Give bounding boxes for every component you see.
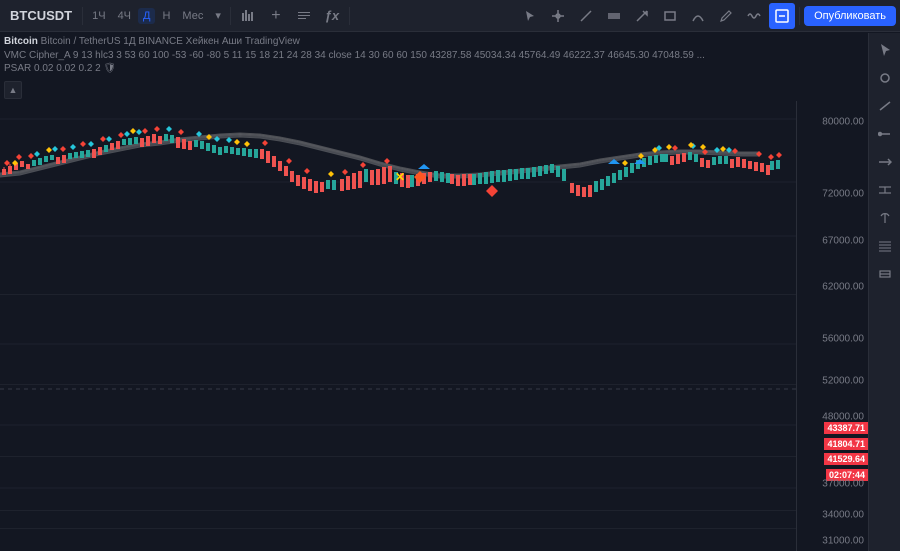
ray-line-btn[interactable]	[872, 121, 898, 147]
indicator-bar: Bitcoin Bitcoin / TetherUS 1Д BINANCE Хе…	[0, 33, 796, 73]
price-80000: 80000.00	[822, 116, 864, 127]
separator-4	[799, 7, 800, 25]
fib-tool[interactable]	[685, 3, 711, 29]
trading-pair[interactable]: BTCUSDT	[4, 5, 78, 26]
price-48000: 48000.00	[822, 411, 864, 422]
cursor-draw-btn[interactable]	[872, 37, 898, 63]
draw-toolbar	[868, 33, 900, 551]
arrow-tool[interactable]	[629, 3, 655, 29]
price-37000: 37000.00	[822, 479, 864, 490]
price-axis: 80000.00 72000.00 67000.00 62000.00 5600…	[796, 101, 868, 551]
pitchfork-btn[interactable]	[872, 205, 898, 231]
price-67000: 67000.00	[822, 235, 864, 246]
price-chart: ✕	[0, 101, 796, 551]
separator-3	[349, 7, 350, 25]
dot-draw-btn[interactable]	[872, 65, 898, 91]
tf-d[interactable]: Д	[138, 8, 155, 24]
hline-tool[interactable]	[601, 3, 627, 29]
trend-line-btn[interactable]	[872, 93, 898, 119]
tf-4h[interactable]: 4Ч	[113, 8, 136, 24]
rect-tool[interactable]	[657, 3, 683, 29]
tf-m[interactable]: Мес	[177, 8, 208, 24]
price-tag-2: 41804.71	[824, 438, 868, 450]
fx-btn[interactable]: ƒx	[319, 3, 345, 29]
collapse-indicators-btn[interactable]: ▲	[4, 81, 22, 99]
indicator-template-btn[interactable]	[291, 3, 317, 29]
symbol-full: Bitcoin / TetherUS 1Д BINANCE Хейкен Аши…	[41, 36, 300, 47]
active-draw-tool[interactable]	[769, 3, 795, 29]
fib-retr-btn[interactable]	[872, 233, 898, 259]
measure-btn[interactable]	[872, 261, 898, 287]
price-52000: 52000.00	[822, 375, 864, 386]
top-toolbar: BTCUSDT 1Ч 4Ч Д Н Мес ▾ + ƒx	[0, 0, 900, 32]
psar-indicator: PSAR 0.02 0.02 0.2 2 🛡	[4, 63, 792, 74]
crosshair-tool[interactable]	[545, 3, 571, 29]
separator-1	[82, 7, 83, 25]
add-indicator-btn[interactable]: +	[263, 3, 289, 29]
price-tag-3: 41529.64	[824, 453, 868, 465]
svg-text:✕: ✕	[395, 170, 405, 184]
tf-1h[interactable]: 1Ч	[87, 8, 110, 24]
price-56000: 56000.00	[822, 334, 864, 345]
price-tag-1: 43387.71	[824, 422, 868, 434]
timeframe-selector: 1Ч 4Ч Д Н Мес ▾	[87, 7, 226, 24]
tf-w[interactable]: Н	[157, 8, 175, 24]
vmc-indicator: VMC Cipher_A 9 13 hlc3 3 53 60 100 -53 -…	[4, 49, 792, 63]
tf-more[interactable]: ▾	[210, 7, 226, 24]
brush-tool[interactable]	[713, 3, 739, 29]
channel-btn[interactable]	[872, 177, 898, 203]
chart-type-btn[interactable]	[235, 3, 261, 29]
right-tools: Опубликовать	[517, 3, 896, 29]
price-72000: 72000.00	[822, 189, 864, 200]
cursor-tool[interactable]	[517, 3, 543, 29]
price-31000: 31000.00	[822, 536, 864, 547]
symbol-info-line: Bitcoin Bitcoin / TetherUS 1Д BINANCE Хе…	[4, 35, 792, 49]
line-tool[interactable]	[573, 3, 599, 29]
publish-button[interactable]: Опубликовать	[804, 6, 896, 26]
price-34000: 34000.00	[822, 510, 864, 521]
separator-2	[230, 7, 231, 25]
chart-area: Bitcoin Bitcoin / TetherUS 1Д BINANCE Хе…	[0, 33, 868, 551]
wave-tool[interactable]	[741, 3, 767, 29]
extended-line-btn[interactable]	[872, 149, 898, 175]
price-62000: 62000.00	[822, 282, 864, 293]
